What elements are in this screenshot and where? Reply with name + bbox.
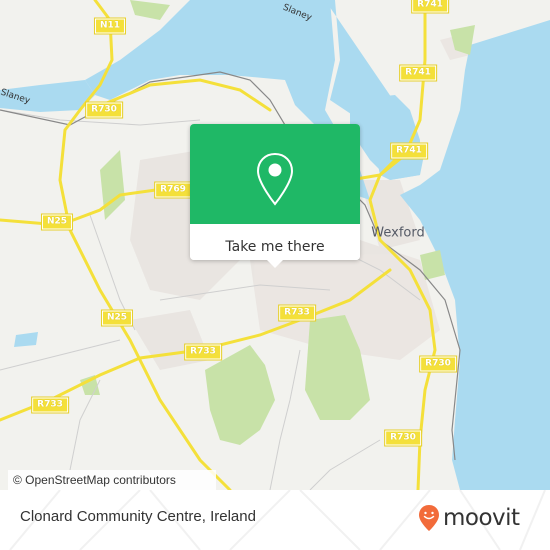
brand-wordmark: moovit — [443, 505, 520, 531]
road-shield-n25: N25 — [40, 213, 74, 231]
road-shield-r741: R741 — [399, 64, 437, 82]
destination-popup[interactable]: Take me there — [190, 124, 360, 268]
road-shield-r741: R741 — [411, 0, 449, 14]
road-shield-r730: R730 — [384, 429, 422, 447]
road-shield-n11: N11 — [93, 17, 127, 35]
road-shield-r733: R733 — [278, 304, 316, 322]
footer: Clonard Community Centre, Ireland moovit — [0, 490, 550, 550]
road-shield-r769: R769 — [154, 181, 192, 199]
map[interactable]: N11 R730 R769 N25 N25 R733 R733 R733 R74… — [0, 0, 550, 490]
road-shield-r730: R730 — [85, 101, 123, 119]
road-shield-r733: R733 — [184, 343, 222, 361]
moovit-logo[interactable]: moovit — [418, 504, 520, 532]
map-attribution[interactable]: © OpenStreetMap contributors — [8, 470, 216, 490]
road-shield-r733: R733 — [31, 396, 69, 414]
place-name: Clonard Community Centre, Ireland — [20, 508, 256, 525]
take-me-there-button[interactable]: Take me there — [190, 224, 360, 260]
road-shield-n25: N25 — [100, 309, 134, 327]
road-shield-r730: R730 — [419, 355, 457, 373]
road-shield-r741: R741 — [390, 142, 428, 160]
place-label-wexford: Wexford — [371, 225, 425, 241]
popup-pointer — [267, 260, 283, 268]
popup-header — [190, 124, 360, 234]
location-pin-icon — [256, 152, 294, 206]
moovit-pin-icon — [419, 505, 439, 531]
